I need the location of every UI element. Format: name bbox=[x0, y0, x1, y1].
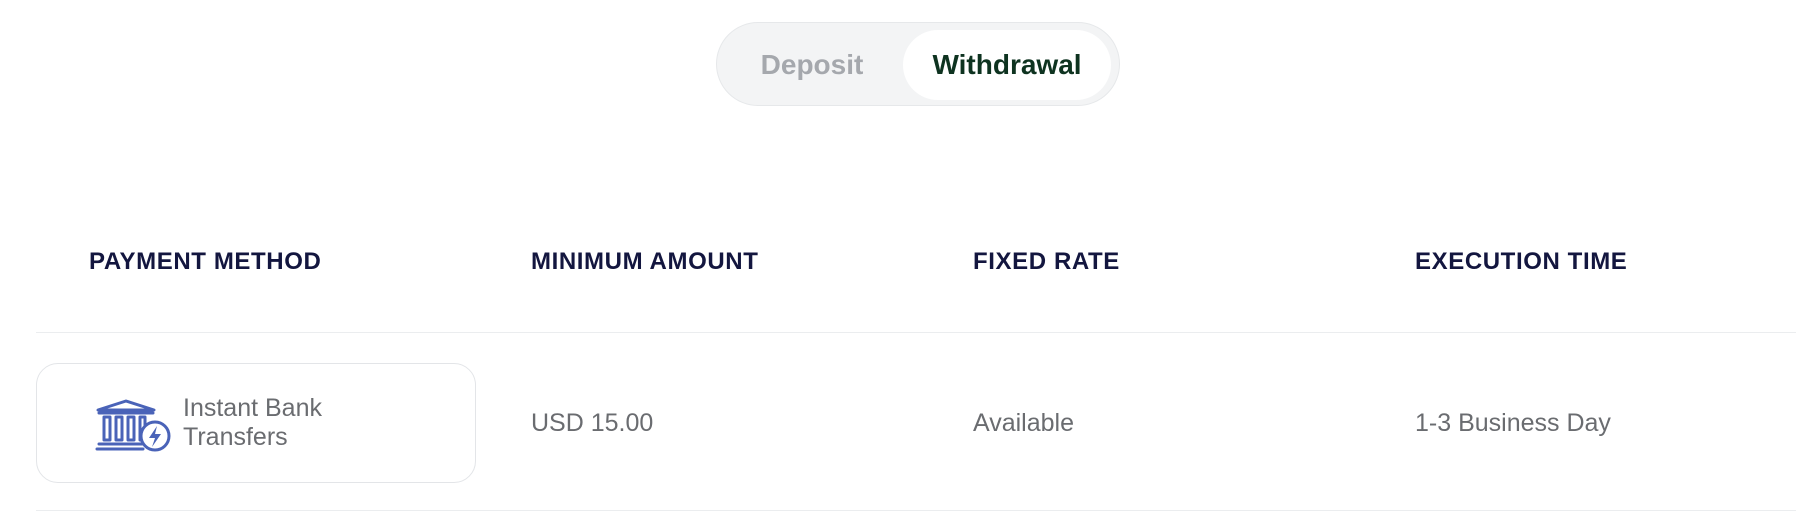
minimum-amount-value: USD 15.00 bbox=[531, 409, 654, 437]
execution-time-value: 1-3 Business Day bbox=[1415, 409, 1611, 437]
payment-method-name: Instant Bank Transfers bbox=[183, 394, 322, 451]
header-minimum-amount: MINIMUM AMOUNT bbox=[531, 248, 759, 275]
header-execution-time: EXECUTION TIME bbox=[1415, 248, 1628, 275]
instant-bank-icon bbox=[95, 399, 171, 452]
header-divider bbox=[36, 332, 1796, 333]
tab-deposit[interactable]: Deposit bbox=[723, 30, 901, 100]
header-fixed-rate: FIXED RATE bbox=[973, 248, 1120, 275]
row-divider bbox=[36, 510, 1796, 511]
deposit-withdrawal-toggle: Deposit Withdrawal bbox=[716, 22, 1120, 106]
tab-withdrawal[interactable]: Withdrawal bbox=[903, 30, 1111, 100]
payment-method-card[interactable]: Instant Bank Transfers bbox=[36, 363, 476, 483]
header-payment-method: PAYMENT METHOD bbox=[89, 248, 322, 275]
fixed-rate-value: Available bbox=[973, 409, 1075, 437]
